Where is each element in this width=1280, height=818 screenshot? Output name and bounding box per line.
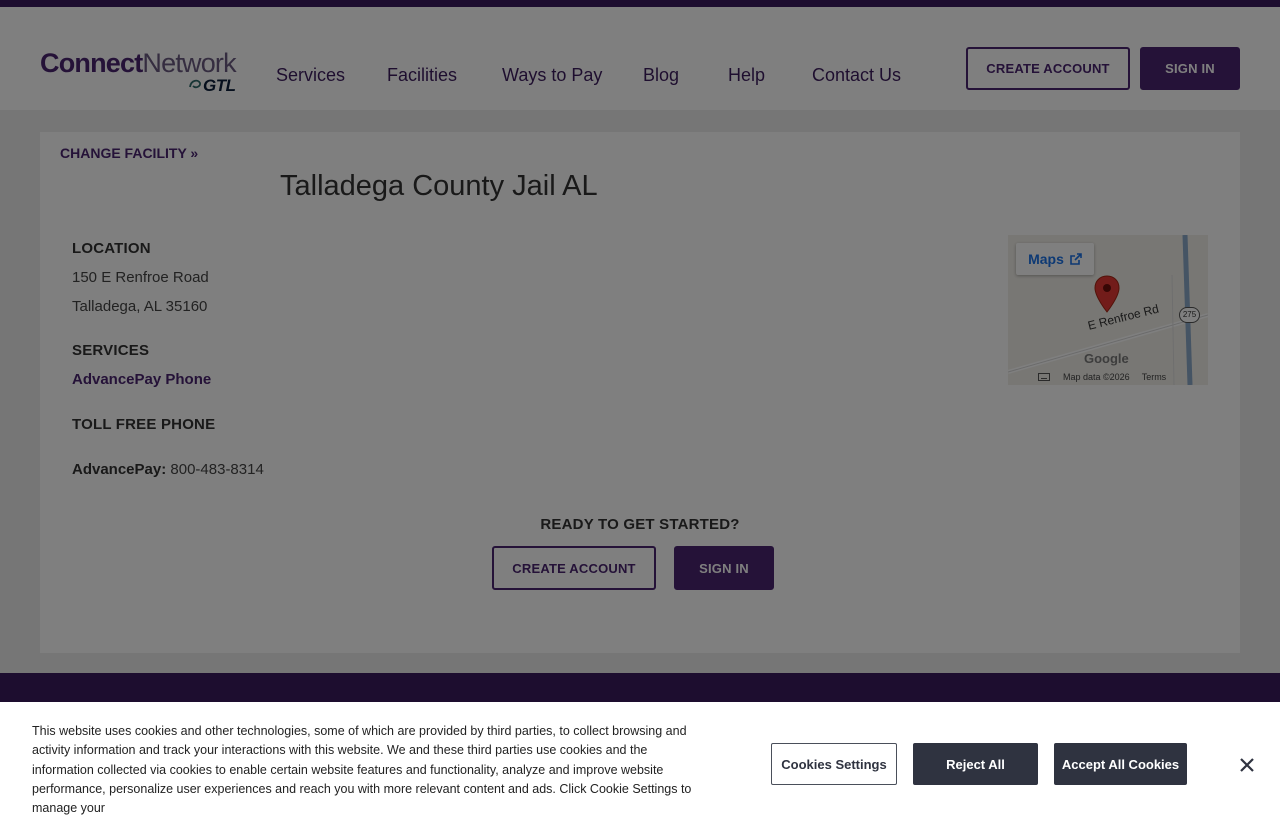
close-icon[interactable]	[1236, 754, 1258, 776]
cookies-settings-button[interactable]: Cookies Settings	[771, 743, 897, 785]
accept-all-cookies-button[interactable]: Accept All Cookies	[1054, 743, 1187, 785]
cookie-policy-text: This website uses cookies and other tech…	[32, 724, 692, 816]
reject-all-button[interactable]: Reject All	[913, 743, 1038, 785]
cookie-dim-overlay	[0, 0, 1280, 800]
cookie-banner: This website uses cookies and other tech…	[0, 702, 1280, 815]
